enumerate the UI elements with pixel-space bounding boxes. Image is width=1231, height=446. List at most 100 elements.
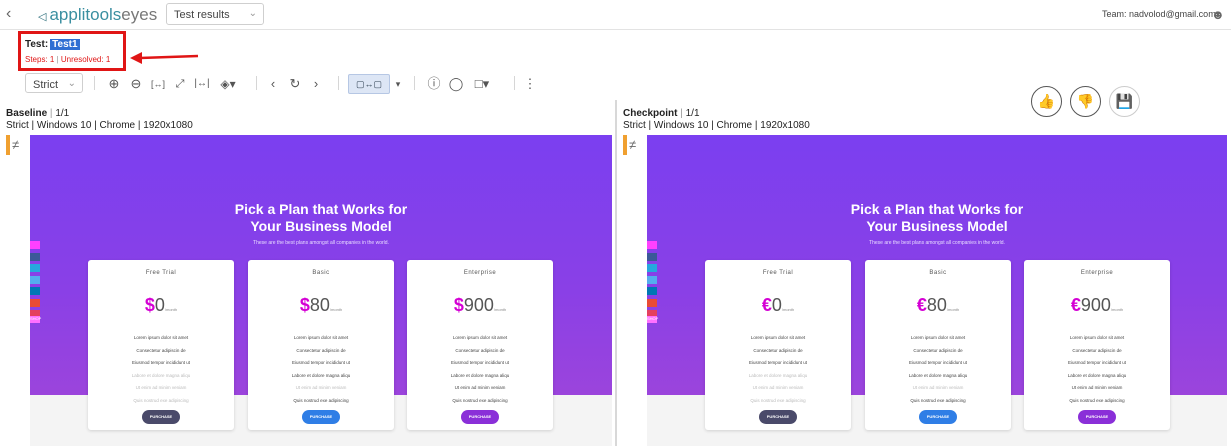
plan-feature: Consectetur adipiscin de [1072,347,1122,353]
share-icon[interactable] [647,264,657,272]
baseline-screenshot[interactable]: Pick a Plan that Works for Your Business … [30,135,612,446]
thumbs-up-icon: 👍 [1037,93,1056,109]
more-icon[interactable]: ⋮ [523,75,537,93]
plan-currency: € [916,295,927,315]
plan-period: /month [946,307,960,312]
plan-card: Free Trial $0/month Lorem ipsum dolor sit … [88,260,234,430]
purchase-button[interactable]: PURCHASE [1078,410,1116,424]
chevron-down-icon: ⌄ [248,8,257,19]
plan-name: Basic [312,270,330,276]
plan-feature: Lorem ipsum dolor sit amet [452,335,508,340]
applitools-logo[interactable]: ◁ applitoolseyes [38,5,157,25]
thumbs-up-button[interactable]: 👍 [1031,86,1062,117]
share-icon[interactable] [647,298,657,307]
not-equal-icon[interactable]: ≠ [629,137,636,152]
share-icon[interactable] [30,298,40,307]
plan-feature: Consectetur adipiscin de [455,347,505,353]
purchase-button[interactable]: PURCHASE [461,410,499,424]
plan-amount: 0 [154,295,165,315]
share-icon[interactable] [647,275,657,284]
next-icon[interactable]: › [309,75,323,93]
share-icon[interactable] [647,241,657,249]
plan-feature: Eiusmod tempor incididunt ut [908,360,968,365]
checkpoint-header: Checkpoint | 1/1 [623,108,700,119]
plan-feature: Labore et dolore magna aliqu [908,372,968,378]
user-settings-icon[interactable]: ☻ [1211,7,1225,22]
plan-card: Basic $80/month Lorem ipsum dolor sit amet… [248,260,394,430]
side-label[interactable]: SHOP [647,316,658,323]
share-icon[interactable] [30,287,40,295]
plan-feature: Lorem ipsum dolor sit amet [750,335,806,340]
plan-price: €0/month [705,295,851,316]
match-level-value: Strict [33,79,59,91]
plan-feature: Ut enim ad minim veniam [135,385,187,390]
plan-amount: 0 [771,295,782,315]
plan-feature: Eiusmod tempor incididunt ut [1067,360,1127,365]
baseline-header: Baseline | 1/1 [6,108,70,119]
share-icon[interactable] [647,287,657,295]
share-icon[interactable] [647,252,657,261]
save-button: 💾 [1109,86,1140,117]
chevron-down-icon[interactable]: ▾ [393,75,403,93]
toolbar-divider [256,76,257,90]
plan-currency: € [1070,295,1081,315]
back-chevron-icon[interactable]: ‹ [6,5,11,23]
plan-name: Enterprise [463,270,497,276]
hero-title-line2: Your Business Model [250,218,392,234]
purchase-button[interactable]: PURCHASE [759,410,797,424]
plan-feature: Labore et dolore magna aliqu [291,372,351,378]
zoom-out-icon[interactable]: ⊖ [128,75,144,93]
panel-divider[interactable] [615,100,617,446]
plan-name: Free Trial [762,270,794,276]
plan-feature: Quis nostrud exe adipiscing [750,397,806,403]
region-icon[interactable]: □▾ [470,75,494,93]
toolbar-divider [514,76,515,90]
zoom-in-icon[interactable]: ⊕ [106,75,122,93]
plan-feature: Consectetur adipiscin de [913,347,963,353]
issue-icon[interactable]: ⓘ [426,75,442,93]
checkpoint-info: Strict | Windows 10 | Chrome | 1920x1080 [623,120,810,131]
baseline-title: Baseline [6,108,48,119]
plan-feature: Ut enim ad minim veniam [454,385,506,390]
diff-marker [6,135,10,155]
fit-icon[interactable]: [↔] [150,75,166,93]
purchase-button[interactable]: PURCHASE [919,410,957,424]
view-select[interactable]: Test results ⌄ [166,3,264,25]
expand-icon[interactable]: ⤢ [172,75,188,93]
baseline-info: Strict | Windows 10 | Chrome | 1920x1080 [6,120,193,131]
plan-feature: Eiusmod tempor incididunt ut [131,360,191,365]
not-equal-icon[interactable]: ≠ [12,137,19,152]
share-icon[interactable] [30,264,40,272]
layers-icon[interactable]: ◈▾ [216,75,240,93]
share-icon[interactable] [30,252,40,261]
plan-feature: Quis nostrud exe adipiscing [133,397,189,403]
prev-icon[interactable]: ‹ [266,75,280,93]
test-title: Test: Test1 [25,39,80,50]
thumbs-down-button[interactable]: 👎 [1070,86,1101,117]
share-icon[interactable] [30,241,40,249]
checkpoint-screenshot[interactable]: Pick a Plan that Works for Your Business … [647,135,1227,446]
hero-title-line1: Pick a Plan that Works for [234,201,408,217]
match-level-select[interactable]: Strict ⌄ [25,73,83,93]
unresolved-count: Unresolved: 1 [60,55,111,64]
plan-feature: Eiusmod tempor incididunt ut [291,360,351,365]
top-bar: ‹ ◁ applitoolseyes Test results ⌄ Team: n… [0,0,1231,30]
side-label[interactable]: SHOP [30,316,41,323]
test-name[interactable]: Test1 [50,39,80,50]
side-by-side-icon[interactable]: ▢↔▢ [348,74,390,94]
plan-feature: Eiusmod tempor incididunt ut [450,360,510,365]
steps-count: Steps: 1 [25,55,55,64]
plan-price: $0/month [88,295,234,316]
thumbs-down-icon: 👎 [1076,93,1095,109]
history-icon[interactable]: ↻ [287,75,303,93]
plan-feature: Consectetur adipiscin de [136,347,186,353]
share-icon[interactable] [30,275,40,284]
plan-feature: Lorem ipsum dolor sit amet [910,335,966,340]
checkpoint-count: 1/1 [685,108,700,119]
comment-icon[interactable]: ◯ [448,75,464,93]
purchase-button[interactable]: PURCHASE [302,410,340,424]
status-separator: | [56,55,59,64]
width-icon[interactable]: |↔| [194,75,210,93]
purchase-button[interactable]: PURCHASE [142,410,180,424]
plan-currency: $ [299,295,310,315]
